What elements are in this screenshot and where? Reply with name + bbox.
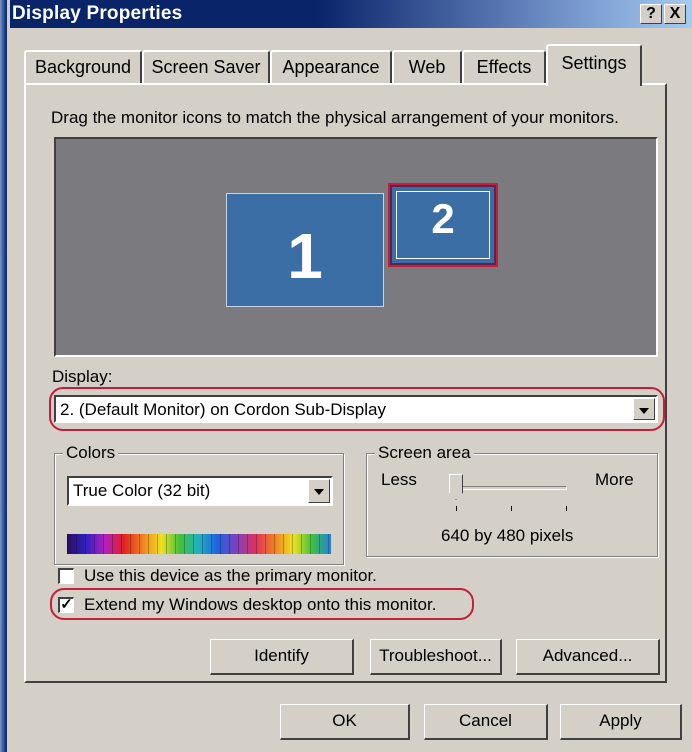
identify-button[interactable]: Identify bbox=[210, 639, 354, 675]
color-spectrum-bar bbox=[67, 534, 331, 554]
screen-area-group: Screen area Less More 640 by 480 pixels bbox=[366, 443, 658, 557]
extend-highlight-ring bbox=[50, 588, 474, 620]
resolution-slider-track[interactable] bbox=[457, 486, 567, 490]
colors-legend: Colors bbox=[63, 443, 119, 463]
tab-screen-saver[interactable]: Screen Saver bbox=[142, 50, 270, 84]
close-button[interactable]: X bbox=[664, 4, 686, 24]
display-highlight-ring bbox=[49, 387, 665, 431]
arrangement-hint: Drag the monitor icons to match the phys… bbox=[51, 108, 619, 127]
slider-tick bbox=[456, 506, 457, 511]
colors-dropdown-arrow-icon[interactable] bbox=[308, 479, 330, 503]
tab-effects[interactable]: Effects bbox=[462, 50, 546, 84]
cancel-button[interactable]: Cancel bbox=[424, 704, 548, 740]
colors-group: Colors True Color (32 bit) bbox=[54, 443, 344, 565]
display-label: Display: bbox=[52, 367, 113, 386]
settings-panel: Drag the monitor icons to match the phys… bbox=[24, 83, 667, 683]
tab-web[interactable]: Web bbox=[392, 50, 462, 84]
ok-button[interactable]: OK bbox=[280, 704, 410, 740]
monitor-2-icon[interactable]: 2 bbox=[388, 183, 498, 267]
resolution-text: 640 by 480 pixels bbox=[441, 526, 574, 545]
monitor-1-icon[interactable]: 1 bbox=[226, 193, 384, 307]
advanced-button[interactable]: Advanced... bbox=[516, 639, 660, 675]
tab-background[interactable]: Background bbox=[24, 50, 142, 84]
resolution-slider-thumb[interactable] bbox=[449, 474, 463, 500]
tab-appearance[interactable]: Appearance bbox=[270, 50, 392, 84]
screen-area-legend: Screen area bbox=[375, 443, 474, 463]
colors-select[interactable]: True Color (32 bit) bbox=[67, 476, 333, 506]
window-left-border bbox=[0, 0, 10, 752]
apply-button[interactable]: Apply bbox=[560, 704, 682, 740]
tab-settings[interactable]: Settings bbox=[546, 44, 642, 86]
colors-select-value: True Color (32 bit) bbox=[73, 481, 211, 500]
slider-tick bbox=[566, 506, 567, 511]
monitor-1-number: 1 bbox=[287, 220, 323, 292]
primary-monitor-label[interactable]: Use this device as the primary monitor. bbox=[84, 566, 377, 586]
title-bar[interactable]: Display Properties ? X bbox=[10, 0, 692, 28]
slider-tick bbox=[511, 506, 512, 511]
primary-monitor-checkbox[interactable] bbox=[58, 568, 74, 584]
window-title: Display Properties bbox=[12, 3, 183, 24]
monitor-arrangement-area: 1 2 bbox=[54, 137, 658, 357]
display-properties-window: Display Properties ? X Background Screen… bbox=[0, 0, 692, 752]
monitor-2-selection-frame bbox=[396, 191, 490, 259]
help-button[interactable]: ? bbox=[640, 4, 662, 24]
troubleshoot-button[interactable]: Troubleshoot... bbox=[370, 639, 502, 675]
screen-area-more-label: More bbox=[595, 470, 634, 489]
screen-area-less-label: Less bbox=[381, 470, 417, 489]
